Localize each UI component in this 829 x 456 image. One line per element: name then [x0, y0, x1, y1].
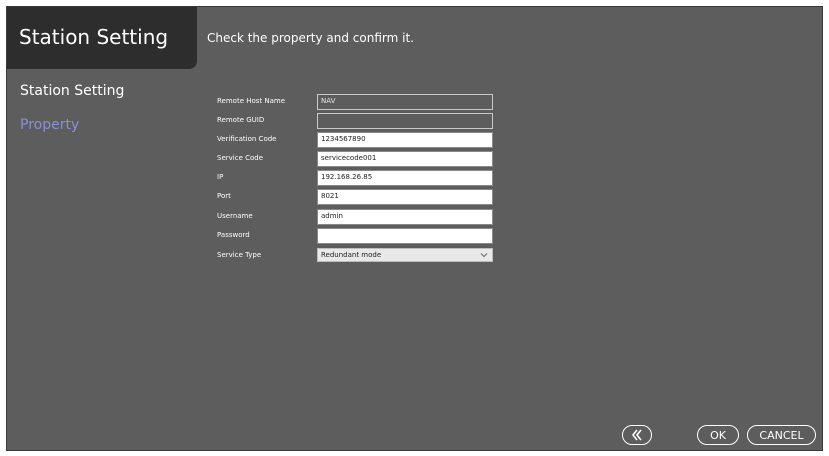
- form-row-password: Password: [217, 228, 497, 244]
- form-row-port: Port 8021: [217, 189, 497, 205]
- ip-label: IP: [217, 173, 224, 181]
- password-field[interactable]: [317, 228, 493, 244]
- remote-host-name-field: NAV: [317, 94, 493, 110]
- form-row-service-code: Service Code servicecode001: [217, 151, 497, 167]
- remote-host-name-label: Remote Host Name: [217, 97, 286, 105]
- page-title: Station Setting: [19, 25, 169, 49]
- verification-code-field[interactable]: 1234567890: [317, 132, 493, 148]
- cancel-button[interactable]: CANCEL: [747, 425, 816, 445]
- service-type-select[interactable]: Redundant mode: [317, 248, 493, 262]
- service-type-label: Service Type: [217, 251, 262, 259]
- chevron-down-icon: [480, 253, 488, 258]
- sidebar-item-station-setting[interactable]: Station Setting: [20, 83, 124, 99]
- username-field[interactable]: admin: [317, 209, 493, 225]
- port-field[interactable]: 8021: [317, 189, 493, 205]
- form-row-verification-code: Verification Code 1234567890: [217, 132, 497, 148]
- ok-button[interactable]: OK: [697, 425, 739, 445]
- form-row-remote-host-name: Remote Host Name NAV: [217, 94, 497, 110]
- form-row-username: Username admin: [217, 209, 497, 225]
- password-label: Password: [217, 231, 250, 239]
- sidebar-item-property[interactable]: Property: [20, 117, 79, 133]
- remote-guid-field: [317, 113, 493, 129]
- service-type-value: Redundant mode: [321, 251, 382, 259]
- station-setting-window: Station Setting Check the property and c…: [6, 6, 823, 451]
- remote-guid-label: Remote GUID: [217, 116, 265, 124]
- service-code-label: Service Code: [217, 154, 264, 162]
- title-tab: Station Setting: [7, 7, 197, 69]
- ip-field[interactable]: 192.168.26.85: [317, 170, 493, 186]
- double-chevron-left-icon: [631, 429, 642, 441]
- username-label: Username: [217, 212, 253, 220]
- form-row-service-type: Service Type Redundant mode: [217, 248, 497, 264]
- back-button[interactable]: [622, 425, 652, 445]
- form-row-remote-guid: Remote GUID: [217, 113, 497, 129]
- service-code-field[interactable]: servicecode001: [317, 151, 493, 167]
- header-instruction: Check the property and confirm it.: [207, 31, 414, 45]
- port-label: Port: [217, 192, 231, 200]
- verification-code-label: Verification Code: [217, 135, 277, 143]
- form-row-ip: IP 192.168.26.85: [217, 170, 497, 186]
